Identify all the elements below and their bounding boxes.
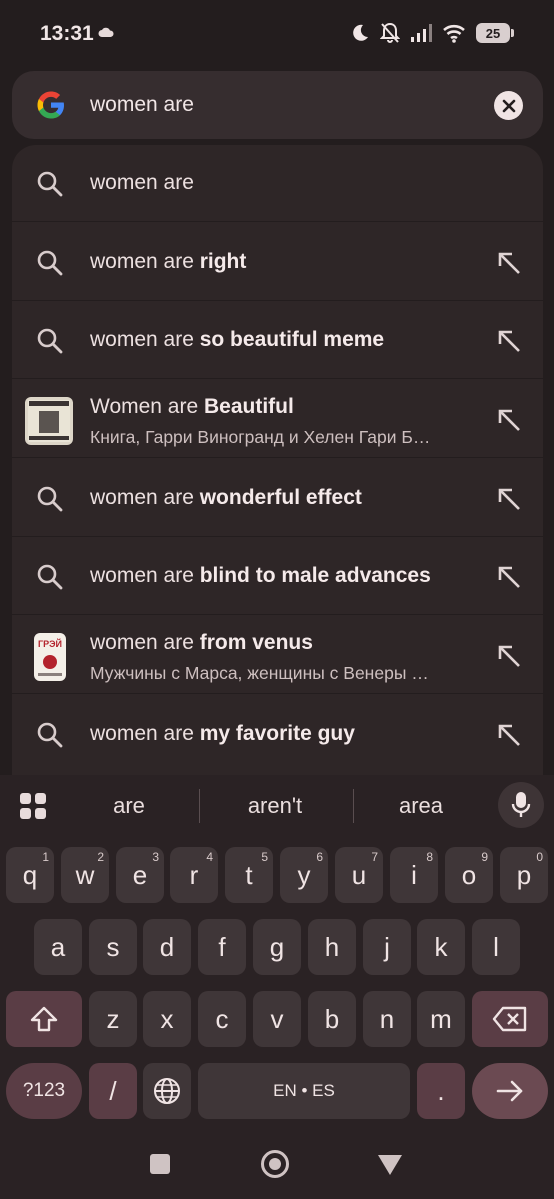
suggestion-row[interactable]: ГРЭЙ women are from venus Мужчины с Марс… bbox=[12, 617, 543, 694]
word-suggestion-strip: are aren't area bbox=[0, 775, 554, 837]
language-key[interactable] bbox=[143, 1063, 191, 1119]
symbols-key[interactable]: ?123 bbox=[6, 1063, 82, 1119]
key-h[interactable]: h bbox=[308, 919, 356, 975]
key-b[interactable]: b bbox=[308, 991, 356, 1047]
search-input[interactable] bbox=[90, 89, 470, 121]
signal-icon bbox=[411, 24, 432, 42]
search-icon bbox=[37, 486, 63, 512]
suggestion-list: women are women are right women are so b… bbox=[12, 145, 543, 775]
fill-query-arrow-icon[interactable] bbox=[495, 406, 523, 434]
period-key[interactable]: . bbox=[417, 1063, 465, 1119]
suggestion-text: women are so beautiful meme bbox=[90, 328, 385, 351]
key-a[interactable]: a bbox=[34, 919, 82, 975]
key-r[interactable]: r4 bbox=[170, 847, 218, 903]
search-icon bbox=[37, 171, 63, 197]
slash-key[interactable]: / bbox=[89, 1063, 137, 1119]
fill-query-arrow-icon[interactable] bbox=[495, 563, 523, 591]
suggestion-text: women are right bbox=[90, 250, 247, 273]
suggestion-row[interactable]: Women are Beautiful Книга, Гарри Виногра… bbox=[12, 381, 543, 458]
key-u[interactable]: u7 bbox=[335, 847, 383, 903]
key-y[interactable]: y6 bbox=[280, 847, 328, 903]
key-z[interactable]: z bbox=[89, 991, 137, 1047]
suggestion-text: women are blind to male advances bbox=[90, 564, 431, 587]
suggestion-text: women are wonderful effect bbox=[90, 486, 362, 509]
key-f[interactable]: f bbox=[198, 919, 246, 975]
space-key[interactable]: EN • ES bbox=[198, 1063, 410, 1119]
wifi-icon bbox=[443, 24, 465, 43]
suggestion-subtitle: Книга, Гарри Виногранд и Хелен Гари Б… bbox=[90, 427, 431, 447]
key-m[interactable]: m bbox=[417, 991, 465, 1047]
key-e[interactable]: e3 bbox=[116, 847, 164, 903]
globe-icon bbox=[154, 1078, 180, 1104]
key-v[interactable]: v bbox=[253, 991, 301, 1047]
book-thumbnail: ГРЭЙ bbox=[34, 633, 66, 681]
cloud-icon bbox=[98, 27, 114, 37]
suggestion-row[interactable]: women are right bbox=[12, 224, 543, 301]
divider bbox=[353, 789, 354, 823]
enter-key[interactable] bbox=[472, 1063, 548, 1119]
suggestion-text: women are from venus bbox=[90, 631, 313, 654]
home-icon[interactable] bbox=[261, 1150, 289, 1178]
backspace-icon bbox=[492, 1006, 527, 1032]
clear-button[interactable] bbox=[494, 91, 523, 120]
suggestion-subtitle: Мужчины с Марса, женщины с Венеры … bbox=[90, 663, 429, 683]
key-w[interactable]: w2 bbox=[61, 847, 109, 903]
shift-icon bbox=[30, 1006, 58, 1032]
clear-icon bbox=[502, 99, 515, 112]
key-d[interactable]: d bbox=[143, 919, 191, 975]
suggestion-row[interactable]: women are so beautiful meme bbox=[12, 302, 543, 379]
voice-input-button[interactable] bbox=[498, 782, 544, 828]
key-l[interactable]: l bbox=[472, 919, 520, 975]
status-time: 13:31 bbox=[40, 22, 94, 45]
keyboard: are aren't area q1 w2 e3 r4 t5 y6 u7 i8 … bbox=[0, 775, 554, 1199]
backspace-key[interactable] bbox=[472, 991, 548, 1047]
key-p[interactable]: p0 bbox=[500, 847, 548, 903]
apps-grid-icon[interactable] bbox=[19, 792, 47, 820]
search-icon bbox=[37, 328, 63, 354]
back-icon[interactable] bbox=[378, 1155, 402, 1175]
status-bar: 13:31 25 bbox=[0, 0, 554, 68]
fill-query-arrow-icon[interactable] bbox=[495, 327, 523, 355]
divider bbox=[199, 789, 200, 823]
word-suggestion[interactable]: aren't bbox=[215, 793, 335, 819]
fill-query-arrow-icon[interactable] bbox=[495, 642, 523, 670]
suggestion-row[interactable]: women are wonderful effect bbox=[12, 460, 543, 537]
search-bar[interactable] bbox=[12, 71, 543, 139]
battery-level: 25 bbox=[485, 25, 501, 41]
key-t[interactable]: t5 bbox=[225, 847, 273, 903]
key-i[interactable]: i8 bbox=[390, 847, 438, 903]
fill-query-arrow-icon[interactable] bbox=[495, 485, 523, 513]
fill-query-arrow-icon[interactable] bbox=[495, 249, 523, 277]
key-o[interactable]: o9 bbox=[445, 847, 493, 903]
word-suggestion[interactable]: area bbox=[361, 793, 481, 819]
suggestion-text: women are my favorite guy bbox=[90, 722, 355, 745]
key-n[interactable]: n bbox=[363, 991, 411, 1047]
key-s[interactable]: s bbox=[89, 919, 137, 975]
microphone-icon bbox=[511, 792, 531, 817]
key-g[interactable]: g bbox=[253, 919, 301, 975]
word-suggestion[interactable]: are bbox=[69, 793, 189, 819]
suggestion-row[interactable]: women are bbox=[12, 145, 543, 222]
search-icon bbox=[37, 250, 63, 276]
suggestion-text: women are bbox=[90, 171, 194, 194]
search-icon bbox=[37, 564, 63, 590]
suggestion-text: Women are Beautiful bbox=[90, 395, 294, 418]
shift-key[interactable] bbox=[6, 991, 82, 1047]
moon-icon bbox=[353, 24, 368, 41]
key-x[interactable]: x bbox=[143, 991, 191, 1047]
recents-icon[interactable] bbox=[150, 1154, 170, 1174]
fill-query-arrow-icon[interactable] bbox=[495, 721, 523, 749]
key-c[interactable]: c bbox=[198, 991, 246, 1047]
arrow-right-icon bbox=[496, 1080, 523, 1102]
battery-icon: 25 bbox=[476, 23, 514, 43]
suggestion-row[interactable]: women are my favorite guy bbox=[12, 696, 543, 773]
key-j[interactable]: j bbox=[363, 919, 411, 975]
google-logo bbox=[37, 91, 64, 119]
suggestion-row[interactable]: women are blind to male advances bbox=[12, 538, 543, 615]
search-icon bbox=[37, 722, 63, 748]
key-q[interactable]: q1 bbox=[6, 847, 54, 903]
bell-off-icon bbox=[380, 22, 400, 43]
key-k[interactable]: k bbox=[417, 919, 465, 975]
book-thumbnail bbox=[25, 397, 73, 445]
